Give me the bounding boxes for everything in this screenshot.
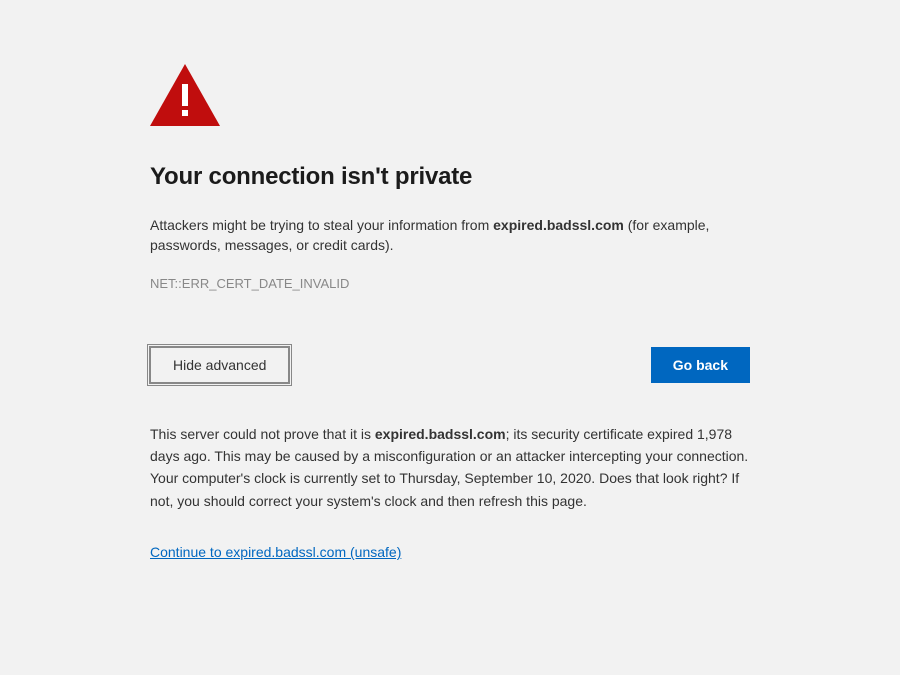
ssl-error-page: Your connection isn't private Attackers … xyxy=(0,0,900,600)
error-details: This server could not prove that it is e… xyxy=(150,423,750,513)
advanced-button[interactable]: Hide advanced xyxy=(150,347,289,383)
button-row: Hide advanced Go back xyxy=(150,347,750,383)
go-back-button[interactable]: Go back xyxy=(651,347,750,383)
details-prefix: This server could not prove that it is xyxy=(150,426,375,442)
error-code: NET::ERR_CERT_DATE_INVALID xyxy=(150,276,750,291)
error-description-prefix: Attackers might be trying to steal your … xyxy=(150,217,493,233)
warning-icon xyxy=(150,64,750,129)
details-domain: expired.badssl.com xyxy=(375,426,506,442)
continue-unsafe-link[interactable]: Continue to expired.badssl.com (unsafe) xyxy=(150,544,401,560)
error-description-domain: expired.badssl.com xyxy=(493,217,624,233)
error-description: Attackers might be trying to steal your … xyxy=(150,215,750,256)
error-title: Your connection isn't private xyxy=(150,163,750,191)
